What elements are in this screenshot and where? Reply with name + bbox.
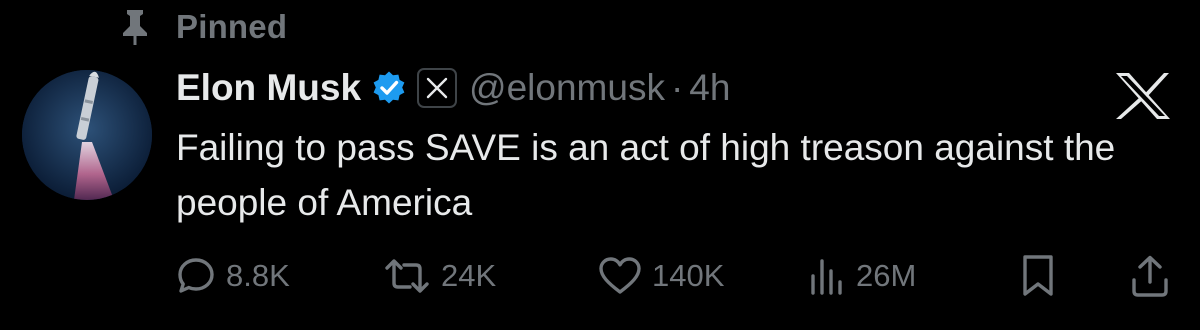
tweet-text[interactable]: Failing to pass SAVE is an act of high t… bbox=[176, 120, 1136, 230]
verified-badge-icon bbox=[373, 71, 405, 104]
like-count: 140K bbox=[652, 258, 725, 293]
user-handle[interactable]: @elonmusk bbox=[469, 67, 665, 109]
tweet-actions: 8.8K 24K 140K 26M bbox=[176, 252, 1176, 300]
bookmark-icon bbox=[1023, 255, 1053, 296]
bookmark-button[interactable] bbox=[1018, 252, 1058, 300]
x-affiliate-icon[interactable] bbox=[417, 68, 458, 108]
reply-count: 8.8K bbox=[226, 258, 290, 293]
reply-button[interactable]: 8.8K bbox=[176, 252, 290, 300]
heart-icon bbox=[599, 257, 641, 294]
views-button[interactable]: 26M bbox=[806, 252, 916, 300]
timestamp[interactable]: 4h bbox=[689, 67, 730, 109]
share-icon bbox=[1132, 255, 1168, 297]
repost-icon bbox=[385, 259, 429, 293]
views-count: 26M bbox=[856, 258, 917, 293]
pin-icon bbox=[118, 8, 152, 46]
pinned-indicator: Pinned bbox=[118, 8, 287, 46]
display-name[interactable]: Elon Musk bbox=[176, 67, 361, 109]
tweet-header: Elon Musk @elonmusk · 4h bbox=[176, 62, 730, 114]
pinned-label: Pinned bbox=[176, 8, 288, 45]
share-button[interactable] bbox=[1130, 252, 1170, 300]
repost-button[interactable]: 24K bbox=[383, 252, 496, 300]
repost-count: 24K bbox=[441, 258, 497, 293]
analytics-icon bbox=[811, 259, 842, 295]
like-button[interactable]: 140K bbox=[598, 252, 724, 300]
x-logo-icon bbox=[1112, 70, 1174, 122]
reply-icon bbox=[178, 258, 214, 293]
separator-dot: · bbox=[670, 67, 684, 108]
avatar[interactable] bbox=[22, 70, 152, 200]
